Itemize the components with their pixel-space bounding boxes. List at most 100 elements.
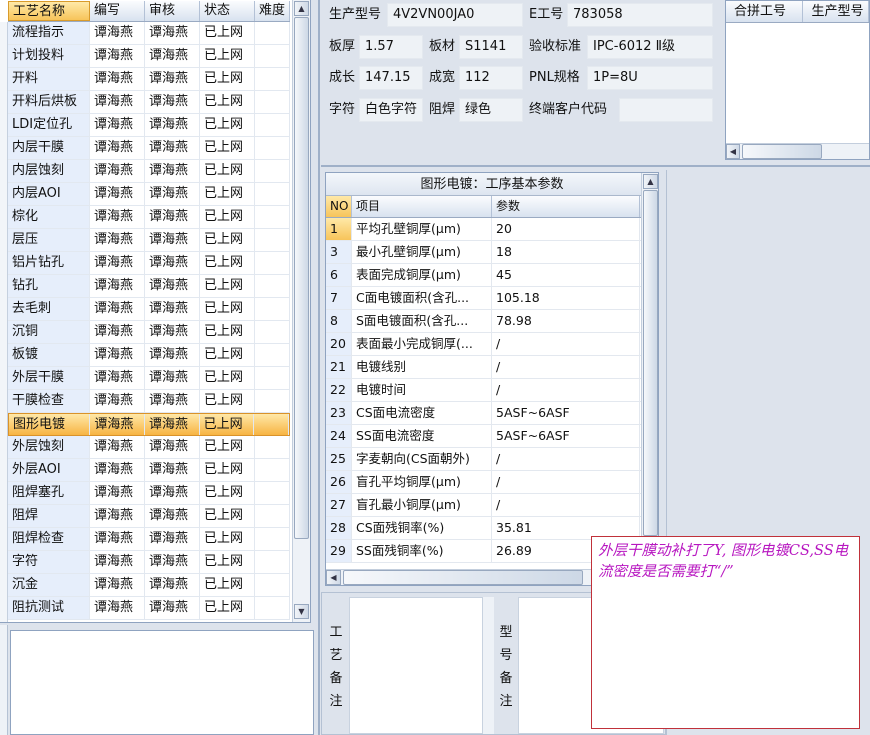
difficulty-cell[interactable] [255,482,290,504]
reviewer-cell[interactable]: 谭海燕 [145,367,200,389]
process-name-cell[interactable]: 内层蚀刻 [8,160,90,182]
table-row[interactable]: 干膜检查 谭海燕 谭海燕 已上网 [8,390,290,413]
difficulty-cell[interactable] [255,183,290,205]
scroll-left-icon[interactable]: ◀ [326,570,341,585]
author-cell[interactable]: 谭海燕 [90,344,145,366]
thickness-field[interactable]: 1.57 [359,35,423,59]
param-cell[interactable]: / [492,471,640,493]
table-row[interactable]: 铝片钻孔 谭海燕 谭海燕 已上网 [8,252,290,275]
process-grid-scrollbar[interactable]: ▲ ▼ [292,0,310,622]
reviewer-cell[interactable]: 谭海燕 [145,597,200,619]
author-cell[interactable]: 谭海燕 [90,574,145,596]
reviewer-cell[interactable]: 谭海燕 [145,68,200,90]
difficulty-cell[interactable] [255,505,290,527]
table-row[interactable]: 图形电镀 谭海燕 谭海燕 已上网 [8,413,290,436]
row-number-cell[interactable]: 8 [326,310,352,332]
process-name-cell[interactable]: 内层AOI [8,183,90,205]
author-cell[interactable]: 谭海燕 [90,482,145,504]
process-name-cell[interactable]: 层压 [8,229,90,251]
status-cell[interactable]: 已上网 [200,45,255,67]
row-number-cell[interactable]: 24 [326,425,352,447]
process-name-cell[interactable]: 板镀 [8,344,90,366]
process-name-cell[interactable]: 开料后烘板 [8,91,90,113]
author-cell[interactable]: 谭海燕 [90,45,145,67]
author-cell[interactable]: 谭海燕 [90,68,145,90]
process-name-cell[interactable]: 去毛刺 [8,298,90,320]
item-cell[interactable]: S面电镀面积(含孔... [352,310,492,332]
reviewer-cell[interactable]: 谭海燕 [145,344,200,366]
reviewer-cell[interactable]: 谭海燕 [145,551,200,573]
column-header-reviewer[interactable]: 审核 [145,1,200,21]
status-cell[interactable]: 已上网 [200,436,255,458]
author-cell[interactable]: 谭海燕 [90,505,145,527]
scroll-left-icon[interactable]: ◀ [726,144,740,159]
item-cell[interactable]: 最小孔壁铜厚(μm) [352,241,492,263]
status-cell[interactable]: 已上网 [200,551,255,573]
row-number-cell[interactable]: 22 [326,379,352,401]
process-name-cell[interactable]: 图形电镀 [9,414,91,435]
process-name-cell[interactable]: 棕化 [8,206,90,228]
author-cell[interactable]: 谭海燕 [90,390,145,412]
status-cell[interactable]: 已上网 [200,414,255,435]
table-row[interactable]: 阻焊 谭海燕 谭海燕 已上网 [8,505,290,528]
reviewer-cell[interactable]: 谭海燕 [145,252,200,274]
table-row[interactable]: 8 S面电镀面积(含孔... 78.98 [326,310,658,333]
param-cell[interactable]: / [492,379,640,401]
author-cell[interactable]: 谭海燕 [90,528,145,550]
customer-code-field[interactable] [619,98,713,122]
process-name-cell[interactable]: 钻孔 [8,275,90,297]
row-number-cell[interactable]: 28 [326,517,352,539]
table-row[interactable]: 外层蚀刻 谭海燕 谭海燕 已上网 [8,436,290,459]
column-header-status[interactable]: 状态 [200,1,255,21]
scroll-up-icon[interactable]: ▲ [643,174,658,189]
parameter-grid[interactable]: 图形电镀：工序基本参数 NO 项目 参数 1 平均孔壁铜厚(μm) 20 3 最小孔壁铜… [325,172,659,586]
param-cell[interactable]: 18 [492,241,640,263]
width-field[interactable]: 112 [459,66,523,90]
process-name-cell[interactable]: 阻焊 [8,505,90,527]
status-cell[interactable]: 已上网 [200,229,255,251]
difficulty-cell[interactable] [255,551,290,573]
table-row[interactable]: 20 表面最小完成铜厚(... / [326,333,658,356]
reviewer-cell[interactable]: 谭海燕 [145,436,200,458]
reviewer-cell[interactable]: 谭海燕 [145,114,200,136]
status-cell[interactable]: 已上网 [200,597,255,619]
difficulty-cell[interactable] [254,414,289,435]
row-number-cell[interactable]: 27 [326,494,352,516]
table-row[interactable]: 棕化 谭海燕 谭海燕 已上网 [8,206,290,229]
status-cell[interactable]: 已上网 [200,390,255,412]
column-header-merge-number[interactable]: 合拼工号 [726,1,804,22]
table-row[interactable]: 1 平均孔壁铜厚(μm) 20 [326,218,658,241]
reviewer-cell[interactable]: 谭海燕 [145,229,200,251]
status-cell[interactable]: 已上网 [200,482,255,504]
status-cell[interactable]: 已上网 [200,206,255,228]
process-name-cell[interactable]: 阻焊塞孔 [8,482,90,504]
item-cell[interactable]: C面电镀面积(含孔... [352,287,492,309]
table-row[interactable]: 内层AOI 谭海燕 谭海燕 已上网 [8,183,290,206]
status-cell[interactable]: 已上网 [200,298,255,320]
row-number-cell[interactable]: 3 [326,241,352,263]
process-name-cell[interactable]: 干膜检查 [8,390,90,412]
process-memo-textarea[interactable] [349,597,494,734]
difficulty-cell[interactable] [255,22,290,44]
row-number-cell[interactable]: 7 [326,287,352,309]
author-cell[interactable]: 谭海燕 [90,137,145,159]
status-cell[interactable]: 已上网 [200,505,255,527]
status-cell[interactable]: 已上网 [200,252,255,274]
author-cell[interactable]: 谭海燕 [90,414,146,435]
table-row[interactable]: 内层蚀刻 谭海燕 谭海燕 已上网 [8,160,290,183]
table-row[interactable]: 23 CS面电流密度 5ASF~6ASF [326,402,658,425]
param-cell[interactable]: 5ASF~6ASF [492,402,640,424]
item-cell[interactable]: 盲孔平均铜厚(μm) [352,471,492,493]
reviewer-cell[interactable]: 谭海燕 [145,275,200,297]
param-cell[interactable]: / [492,448,640,470]
process-name-cell[interactable]: 铝片钻孔 [8,252,90,274]
author-cell[interactable]: 谭海燕 [90,321,145,343]
table-row[interactable]: 26 盲孔平均铜厚(μm) / [326,471,658,494]
param-cell[interactable]: 20 [492,218,640,240]
process-memo-scrollbar[interactable] [482,597,494,734]
scroll-up-icon[interactable]: ▲ [294,1,309,16]
reviewer-cell[interactable]: 谭海燕 [145,183,200,205]
status-cell[interactable]: 已上网 [200,183,255,205]
process-name-cell[interactable]: 外层AOI [8,459,90,481]
item-cell[interactable]: SS面电流密度 [352,425,492,447]
